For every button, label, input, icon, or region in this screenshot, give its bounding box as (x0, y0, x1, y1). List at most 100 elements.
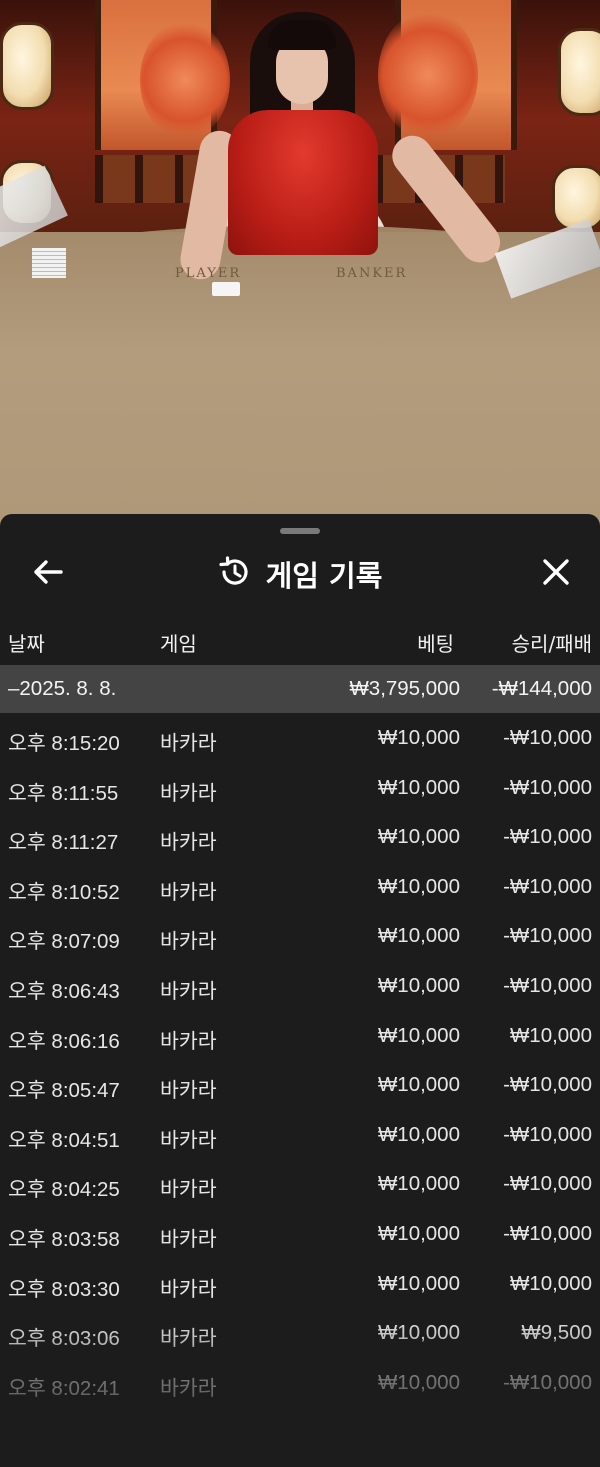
table-row[interactable]: 오후 8:02:41 바카라 ₩10,000 -₩10,000 (0, 1358, 600, 1408)
row-time: 오후 8:05:47 (8, 1079, 120, 1103)
table-row[interactable]: 오후 8:15:20 바카라 ₩10,000 -₩10,000 (0, 713, 600, 763)
sheet-drag-handle[interactable] (280, 528, 320, 534)
table-label-banker: BANKER (336, 266, 408, 281)
row-game: 바카라 (160, 732, 217, 755)
lantern-decor (0, 22, 54, 110)
row-result: ₩10,000 (509, 1271, 592, 1295)
row-result: -₩10,000 (503, 924, 592, 948)
dealer-dress (228, 110, 378, 255)
row-bet: ₩10,000 (377, 973, 460, 997)
row-game: 바카라 (160, 930, 217, 954)
row-game: 바카라 (160, 1029, 217, 1053)
row-game: 바카라 (160, 1376, 217, 1400)
column-header-date: 날짜 (8, 632, 45, 656)
row-time: 오후 8:03:58 (8, 1227, 120, 1251)
live-video-stream: PLAYER BANKER (0, 0, 600, 530)
history-clock-icon (218, 555, 252, 593)
row-game: 바카라 (160, 831, 217, 855)
row-result: -₩10,000 (503, 726, 592, 749)
row-result: -₩10,000 (503, 1221, 592, 1245)
row-time: 오후 8:11:55 (8, 781, 119, 805)
dealer-bangs (268, 20, 336, 50)
row-bet: ₩10,000 (377, 1122, 460, 1146)
row-time: 오후 8:06:43 (8, 979, 120, 1003)
table-row[interactable]: 오후 8:04:51 바카라 ₩10,000 -₩10,000 (0, 1110, 600, 1160)
row-time: 오후 8:03:30 (8, 1277, 120, 1301)
row-result: -₩10,000 (503, 1073, 592, 1097)
row-game: 바카라 (160, 781, 217, 805)
row-bet: ₩10,000 (377, 1321, 460, 1345)
table-row[interactable]: 오후 8:03:58 바카라 ₩10,000 -₩10,000 (0, 1209, 600, 1259)
close-icon (542, 558, 570, 590)
row-bet: ₩10,000 (377, 825, 460, 849)
row-bet: ₩10,000 (377, 775, 460, 799)
row-time: 오후 8:15:20 (8, 732, 120, 755)
row-bet: ₩10,000 (377, 874, 460, 898)
row-game: 바카라 (160, 1277, 217, 1301)
column-header-result: 승리/패배 (511, 632, 592, 656)
row-bet: ₩10,000 (377, 1172, 460, 1196)
summary-date: –2025. 8. 8. (8, 677, 117, 700)
history-table: –2025. 8. 8. ₩3,795,000 -₩144,000 오후 8:1… (0, 665, 600, 1407)
table-row[interactable]: 오후 8:11:27 바카라 ₩10,000 -₩10,000 (0, 812, 600, 862)
row-result: ₩10,000 (509, 1023, 592, 1047)
blossom-decor (140, 20, 230, 140)
table-row[interactable]: 오후 8:04:25 바카라 ₩10,000 -₩10,000 (0, 1159, 600, 1209)
row-time: 오후 8:03:06 (8, 1327, 120, 1351)
row-result: -₩10,000 (503, 775, 592, 799)
row-game: 바카라 (160, 979, 217, 1003)
sheet-title-group: 게임 기록 (0, 550, 600, 598)
page: PLAYER BANKER 게임 기록 날짜 게임 베팅 승리/패배 –2025… (0, 0, 600, 1467)
row-time: 오후 8:07:09 (8, 930, 120, 954)
row-result: -₩10,000 (503, 1172, 592, 1196)
lantern-decor (558, 28, 600, 116)
table-row[interactable]: 오후 8:07:09 바카라 ₩10,000 -₩10,000 (0, 911, 600, 961)
row-game: 바카라 (160, 1128, 217, 1152)
row-result: -₩10,000 (503, 1122, 592, 1146)
card-deck (32, 248, 66, 278)
table-row[interactable]: 오후 8:06:16 바카라 ₩10,000 ₩10,000 (0, 1011, 600, 1061)
summary-bet-total: ₩3,795,000 (349, 677, 460, 700)
row-result: -₩10,000 (503, 874, 592, 898)
sheet-title: 게임 기록 (265, 559, 383, 593)
close-button[interactable] (532, 550, 580, 598)
sheet-header: 게임 기록 (0, 542, 600, 598)
row-bet: ₩10,000 (377, 924, 460, 948)
table-row[interactable]: 오후 8:11:55 바카라 ₩10,000 -₩10,000 (0, 763, 600, 813)
table-row[interactable]: 오후 8:06:43 바카라 ₩10,000 -₩10,000 (0, 961, 600, 1011)
date-summary-row[interactable]: –2025. 8. 8. ₩3,795,000 -₩144,000 (0, 665, 600, 713)
row-result: -₩10,000 (503, 973, 592, 997)
row-result: ₩9,500 (521, 1321, 592, 1345)
row-game: 바카라 (160, 880, 217, 904)
summary-result-total: -₩144,000 (491, 677, 592, 700)
lantern-decor (552, 165, 600, 231)
playing-card (212, 282, 240, 296)
table-label-player: PLAYER (175, 266, 242, 281)
row-game: 바카라 (160, 1178, 217, 1202)
row-time: 오후 8:04:51 (8, 1128, 120, 1152)
row-bet: ₩10,000 (377, 1271, 460, 1295)
row-time: 오후 8:04:25 (8, 1178, 120, 1202)
table-row[interactable]: 오후 8:05:47 바카라 ₩10,000 -₩10,000 (0, 1060, 600, 1110)
table-row[interactable]: 오후 8:10:52 바카라 ₩10,000 -₩10,000 (0, 862, 600, 912)
row-game: 바카라 (160, 1227, 217, 1251)
row-time: 오후 8:10:52 (8, 880, 120, 904)
row-result: -₩10,000 (503, 1370, 592, 1394)
row-time: 오후 8:02:41 (8, 1376, 120, 1400)
row-bet: ₩10,000 (377, 1073, 460, 1097)
row-time: 오후 8:11:27 (8, 831, 119, 855)
row-time: 오후 8:06:16 (8, 1029, 120, 1053)
row-bet: ₩10,000 (377, 1370, 460, 1394)
game-history-sheet: 게임 기록 날짜 게임 베팅 승리/패배 –2025. 8. 8. ₩3,795… (0, 514, 600, 1467)
table-row[interactable]: 오후 8:03:30 바카라 ₩10,000 ₩10,000 (0, 1259, 600, 1309)
table-header: 날짜 게임 베팅 승리/패배 (0, 622, 600, 662)
table-row[interactable]: 오후 8:03:06 바카라 ₩10,000 ₩9,500 (0, 1308, 600, 1358)
blossom-decor (378, 10, 478, 140)
row-bet: ₩10,000 (377, 1023, 460, 1047)
column-header-game: 게임 (160, 632, 197, 656)
row-bet: ₩10,000 (377, 1221, 460, 1245)
row-game: 바카라 (160, 1327, 217, 1351)
row-bet: ₩10,000 (377, 726, 460, 749)
column-header-bet: 베팅 (417, 632, 454, 656)
row-game: 바카라 (160, 1079, 217, 1103)
